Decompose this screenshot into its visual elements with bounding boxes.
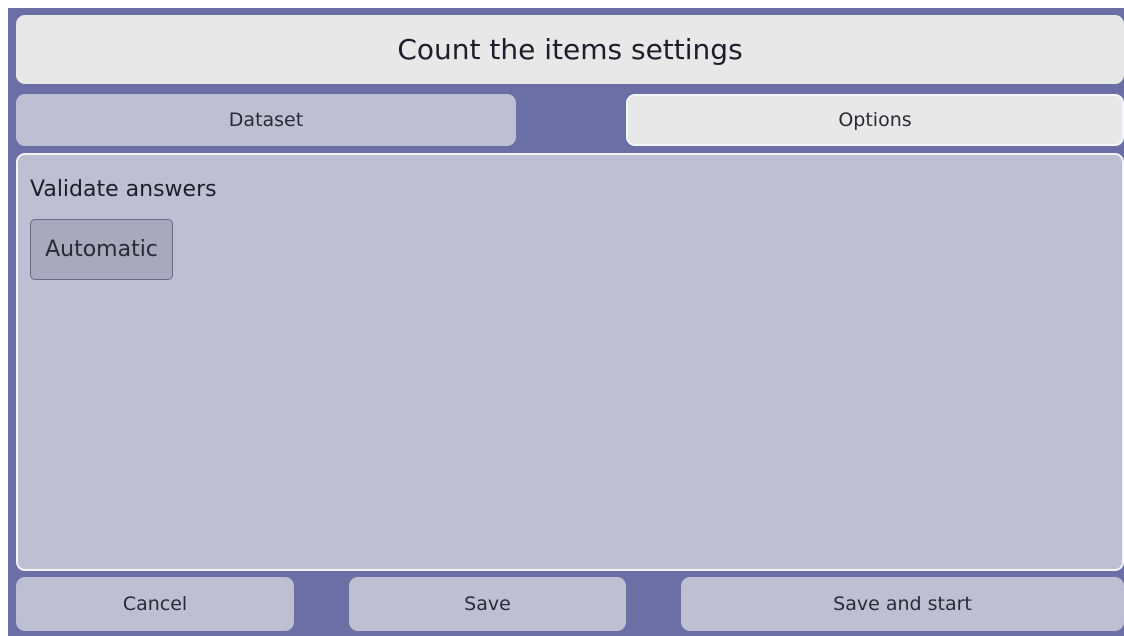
- cancel-button-label: Cancel: [122, 593, 188, 615]
- page-title: Count the items settings: [16, 15, 1124, 84]
- tab-dataset[interactable]: Dataset: [16, 94, 516, 146]
- page-title-text: Count the items settings: [397, 33, 743, 66]
- validate-mode-button[interactable]: Automatic: [30, 219, 173, 280]
- validate-answers-label: Validate answers: [30, 177, 217, 202]
- tab-options-label: Options: [838, 109, 912, 131]
- save-button-label: Save: [464, 593, 511, 615]
- save-button[interactable]: Save: [349, 577, 626, 631]
- tab-dataset-label: Dataset: [228, 109, 304, 131]
- tab-options[interactable]: Options: [626, 94, 1124, 146]
- save-and-start-button[interactable]: Save and start: [681, 577, 1124, 631]
- cancel-button[interactable]: Cancel: [16, 577, 294, 631]
- validate-mode-label: Automatic: [45, 237, 158, 262]
- save-and-start-button-label: Save and start: [833, 593, 972, 615]
- options-panel: Validate answers Automatic: [16, 153, 1124, 571]
